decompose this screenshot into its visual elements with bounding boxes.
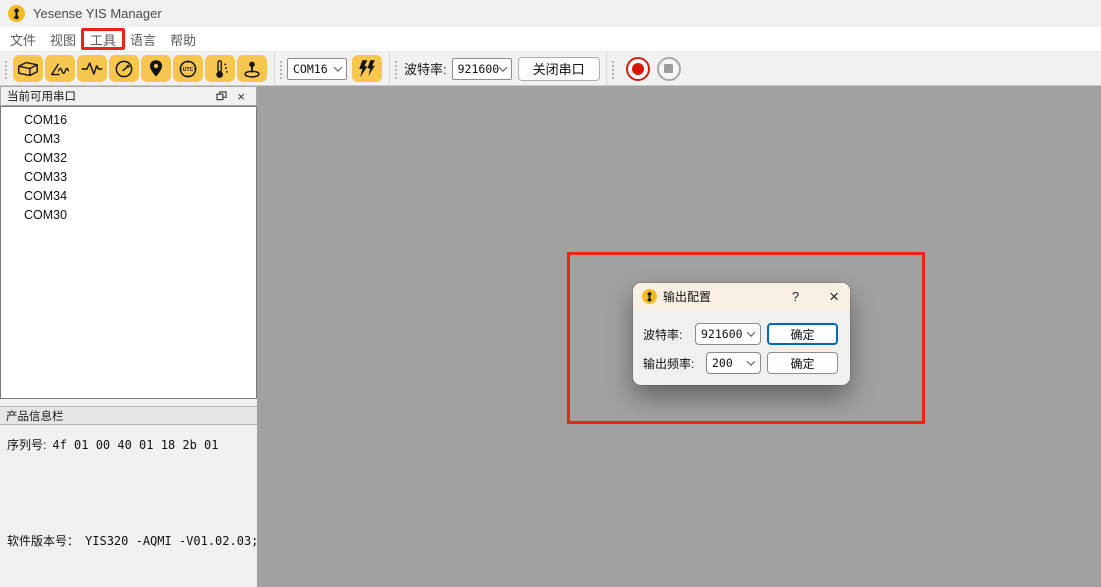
dialog-frequency-label: 输出频率:	[643, 355, 694, 372]
baud-rate-select[interactable]: 921600	[452, 58, 512, 80]
port-item[interactable]: COM30	[1, 206, 256, 225]
yesense-logo-icon	[8, 5, 25, 22]
info-panel-title: 产品信息栏	[6, 408, 64, 424]
port-select[interactable]: COM16	[287, 58, 347, 80]
info-panel-header: 产品信息栏	[0, 406, 257, 425]
toolbar-drag-handle[interactable]	[3, 59, 7, 79]
toolbar-drag-handle[interactable]	[610, 59, 614, 79]
chevron-down-icon	[334, 63, 342, 71]
port-item[interactable]: COM32	[1, 149, 256, 168]
ports-panel-title: 当前可用串口	[7, 88, 211, 104]
port-item[interactable]: COM33	[1, 168, 256, 187]
app-body: 当前可用串口 × COM16 COM3 COM32 COM33 COM34 CO…	[0, 86, 1101, 587]
attitude-sensor-icon[interactable]	[237, 55, 267, 82]
dialog-baud-label: 波特率:	[643, 326, 682, 343]
dialog-frequency-row: 输出频率: 200 确定	[633, 352, 850, 374]
side-panel: 当前可用串口 × COM16 COM3 COM32 COM33 COM34 CO…	[0, 86, 257, 587]
workspace: 输出配置 ? × 波特率: 921600 确定 输出频率: 200 确定	[257, 86, 1101, 587]
dialog-frequency-select[interactable]: 200	[706, 352, 761, 374]
menu-file[interactable]: 文件	[3, 27, 43, 51]
svg-text:UTC: UTC	[183, 67, 194, 73]
record-icon	[632, 63, 644, 75]
menu-tools[interactable]: 工具	[83, 27, 123, 51]
toolbar-group-port: COM16	[274, 52, 389, 85]
serial-number-value: 4f 01 00 40 01 18 2b 01	[52, 438, 218, 452]
close-panel-button[interactable]: ×	[232, 87, 250, 105]
dialog-baud-row: 波特率: 921600 确定	[633, 323, 850, 345]
ports-panel-header: 当前可用串口 ×	[0, 86, 257, 106]
serial-number-label: 序列号:	[7, 438, 46, 452]
firmware-version-value: YIS320 -AQMI -V01.02.03;	[85, 534, 258, 548]
toolbar: UTC COM16	[0, 52, 1101, 86]
serial-number-row: 序列号: 4f 01 00 40 01 18 2b 01	[7, 436, 219, 453]
dialog-baud-confirm-button[interactable]: 确定	[767, 323, 838, 345]
dialog-help-button[interactable]: ?	[792, 289, 799, 304]
yesense-logo-icon	[642, 289, 657, 304]
menu-view[interactable]: 视图	[43, 27, 83, 51]
toolbar-group-views: UTC	[0, 52, 274, 85]
port-item[interactable]: COM3	[1, 130, 256, 149]
firmware-version-row: 软件版本号： YIS320 -AQMI -V01.02.03;	[7, 532, 258, 549]
float-panel-button[interactable]	[211, 87, 232, 105]
window-title: Yesense YIS Manager	[33, 6, 162, 21]
toolbar-drag-handle[interactable]	[278, 59, 282, 79]
location-pin-icon[interactable]	[141, 55, 171, 82]
gauge-icon[interactable]	[109, 55, 139, 82]
port-item[interactable]: COM16	[1, 111, 256, 130]
toolbar-drag-handle[interactable]	[393, 59, 397, 79]
available-ports-list: COM16 COM3 COM32 COM33 COM34 COM30	[0, 106, 257, 399]
dialog-title: 输出配置	[663, 288, 786, 305]
dialog-titlebar: 输出配置 ? ×	[633, 283, 850, 310]
port-item[interactable]: COM34	[1, 187, 256, 206]
close-serial-port-button[interactable]: 关闭串口	[518, 57, 600, 81]
stop-icon	[664, 64, 673, 73]
dialog-baud-select[interactable]: 921600	[695, 323, 761, 345]
dialog-close-button[interactable]: ×	[829, 288, 839, 305]
lightning-refresh-button[interactable]	[352, 55, 382, 82]
stop-button[interactable]	[657, 57, 681, 81]
menu-help[interactable]: 帮助	[163, 27, 203, 51]
chevron-down-icon	[747, 328, 755, 336]
angle-waveform-icon[interactable]	[45, 55, 75, 82]
dialog-frequency-confirm-button[interactable]: 确定	[767, 352, 838, 374]
utc-clock-icon[interactable]: UTC	[173, 55, 203, 82]
toolbar-group-baud: 波特率: 921600 关闭串口	[389, 52, 606, 85]
cube-3d-icon[interactable]	[13, 55, 43, 82]
pulse-waveform-icon[interactable]	[77, 55, 107, 82]
record-button[interactable]	[626, 57, 650, 81]
thermometer-icon[interactable]	[205, 55, 235, 82]
menu-language[interactable]: 语言	[123, 27, 163, 51]
toolbar-group-record	[606, 52, 687, 85]
menubar: 文件 视图 工具 语言 帮助	[0, 27, 1101, 52]
baud-rate-label: 波特率:	[404, 59, 447, 78]
output-config-dialog: 输出配置 ? × 波特率: 921600 确定 输出频率: 200 确定	[633, 283, 850, 385]
chevron-down-icon	[747, 357, 755, 365]
firmware-version-label: 软件版本号：	[7, 534, 79, 548]
chevron-down-icon	[498, 63, 506, 71]
titlebar: Yesense YIS Manager	[0, 0, 1101, 27]
float-icon	[216, 91, 227, 101]
